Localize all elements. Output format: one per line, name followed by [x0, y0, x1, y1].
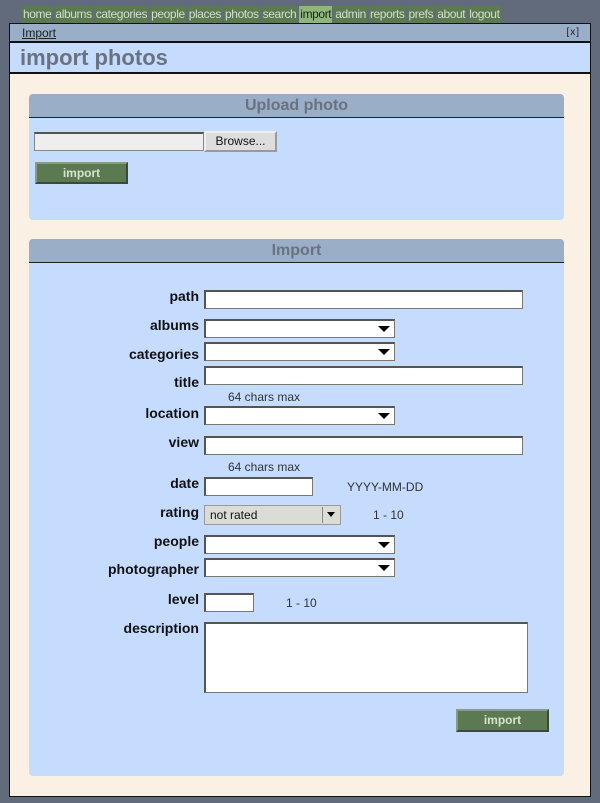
title-input[interactable]	[204, 366, 523, 385]
description-textarea[interactable]	[204, 622, 528, 693]
level-label: level	[167, 591, 199, 607]
browse-button[interactable]: Browse...	[204, 131, 277, 152]
page-header: import photos	[10, 43, 590, 74]
chevron-down-icon	[378, 326, 390, 332]
import-panel: Import path albums categories title 64 c…	[29, 239, 564, 776]
upload-panel: Upload photo Browse... import	[29, 94, 564, 220]
chevron-down-icon	[378, 349, 390, 355]
page-title: import photos	[20, 45, 168, 70]
photographer-label: photographer	[108, 561, 199, 577]
chevron-down-icon	[378, 565, 390, 571]
categories-label: categories	[128, 346, 199, 362]
nav-albums[interactable]: albums	[54, 6, 93, 23]
date-label: date	[170, 475, 199, 491]
people-label: people	[153, 533, 199, 549]
import-window: Import [x] import photos Upload photo Br…	[9, 23, 591, 797]
nav-logout[interactable]: logout	[468, 6, 501, 23]
rating-value: not rated	[210, 508, 258, 522]
nav-photos[interactable]: photos	[224, 6, 260, 23]
close-button[interactable]: [x]	[566, 27, 580, 38]
location-select[interactable]	[204, 406, 395, 425]
nav-home[interactable]: home	[22, 6, 53, 23]
nav-places[interactable]: places	[187, 6, 223, 23]
upload-import-button[interactable]: import	[35, 162, 128, 184]
nav-admin[interactable]: admin	[334, 6, 367, 23]
nav-about[interactable]: about	[436, 6, 467, 23]
chevron-down-icon	[378, 542, 390, 548]
view-input[interactable]	[204, 436, 523, 455]
window-title-link[interactable]: Import	[22, 26, 56, 40]
view-hint: 64 chars max	[228, 460, 301, 474]
albums-select[interactable]	[204, 319, 395, 338]
main-nav: home albums categories people places photos se…	[22, 6, 501, 23]
chevron-down-icon	[378, 413, 390, 419]
upload-panel-title: Upload photo	[29, 94, 564, 118]
level-hint: 1 - 10	[286, 596, 317, 610]
level-input[interactable]	[204, 593, 254, 612]
people-select[interactable]	[204, 535, 395, 554]
albums-label: albums	[149, 317, 199, 333]
file-path-input[interactable]	[34, 132, 204, 151]
view-label: view	[168, 434, 199, 450]
path-label: path	[169, 288, 199, 304]
chevron-down-icon	[322, 507, 339, 523]
path-input[interactable]	[204, 290, 523, 309]
nav-reports[interactable]: reports	[368, 6, 406, 23]
date-hint: YYYY-MM-DD	[347, 480, 424, 494]
description-label: description	[123, 620, 199, 636]
window-titlebar: Import [x]	[10, 24, 590, 43]
categories-select[interactable]	[204, 342, 395, 361]
date-input[interactable]	[204, 477, 313, 496]
rating-hint: 1 - 10	[373, 508, 404, 522]
nav-import[interactable]: import	[299, 6, 333, 23]
rating-label: rating	[160, 504, 199, 520]
import-submit-button[interactable]: import	[456, 709, 549, 732]
import-panel-title: Import	[29, 239, 564, 263]
nav-search[interactable]: search	[261, 6, 298, 23]
photographer-select[interactable]	[204, 558, 395, 577]
nav-prefs[interactable]: prefs	[407, 6, 435, 23]
location-label: location	[145, 405, 199, 421]
nav-categories[interactable]: categories	[94, 6, 149, 23]
title-hint: 64 chars max	[228, 390, 301, 404]
nav-people[interactable]: people	[150, 6, 186, 23]
title-label: title	[174, 374, 199, 390]
rating-select[interactable]: not rated	[204, 505, 341, 525]
